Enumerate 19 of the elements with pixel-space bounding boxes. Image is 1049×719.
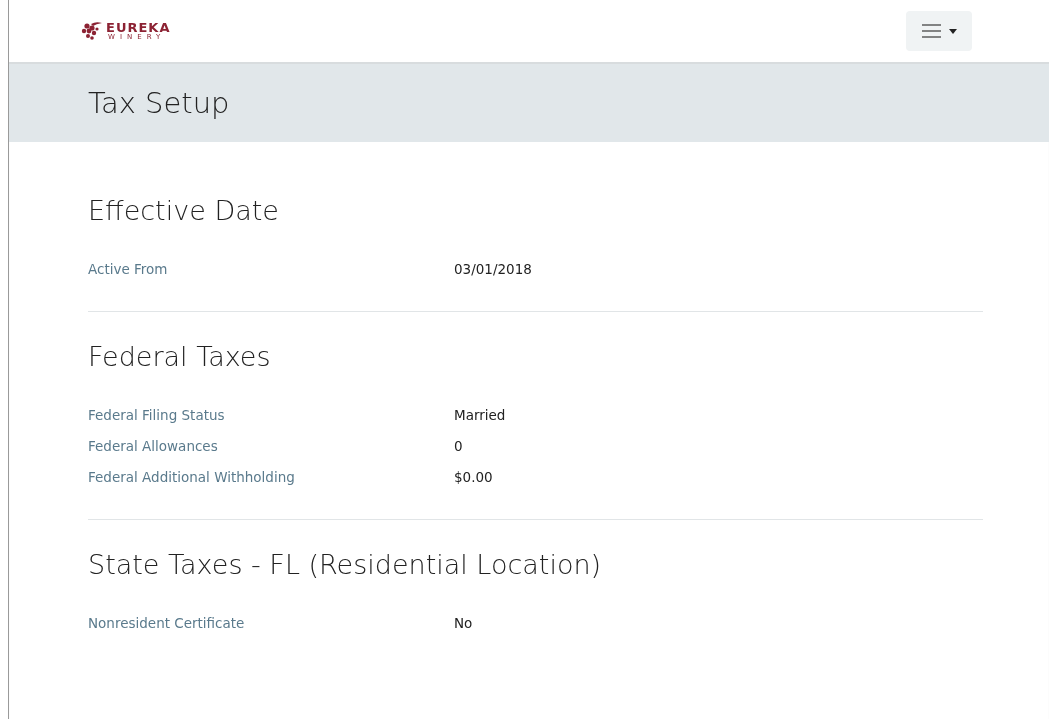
field-label: Federal Allowances [88,437,219,456]
field-value: 03/01/2018 [454,260,533,279]
caret-icon [948,28,957,34]
grapes-icon [81,21,103,41]
page-title: Tax Setup [88,86,230,120]
menu-button[interactable] [906,11,972,51]
field-value: 0 [454,437,464,456]
field-label: Federal Filing Status [88,406,226,425]
section-heading: Federal Taxes [88,340,272,374]
field-value: $0.00 [454,468,494,487]
section-heading: Effective Date [88,194,280,228]
field-label: Federal Additional Withholding [88,468,296,487]
field-value: No [454,614,474,633]
field-label: Active From [88,260,169,279]
section-heading: State Taxes - FL (Residential Location) [88,548,603,582]
field-label: Nonresident Certificate [88,614,246,633]
menu-icon [921,24,941,38]
field-value: Married [454,406,507,425]
logo-name: EUREKA [106,21,171,34]
